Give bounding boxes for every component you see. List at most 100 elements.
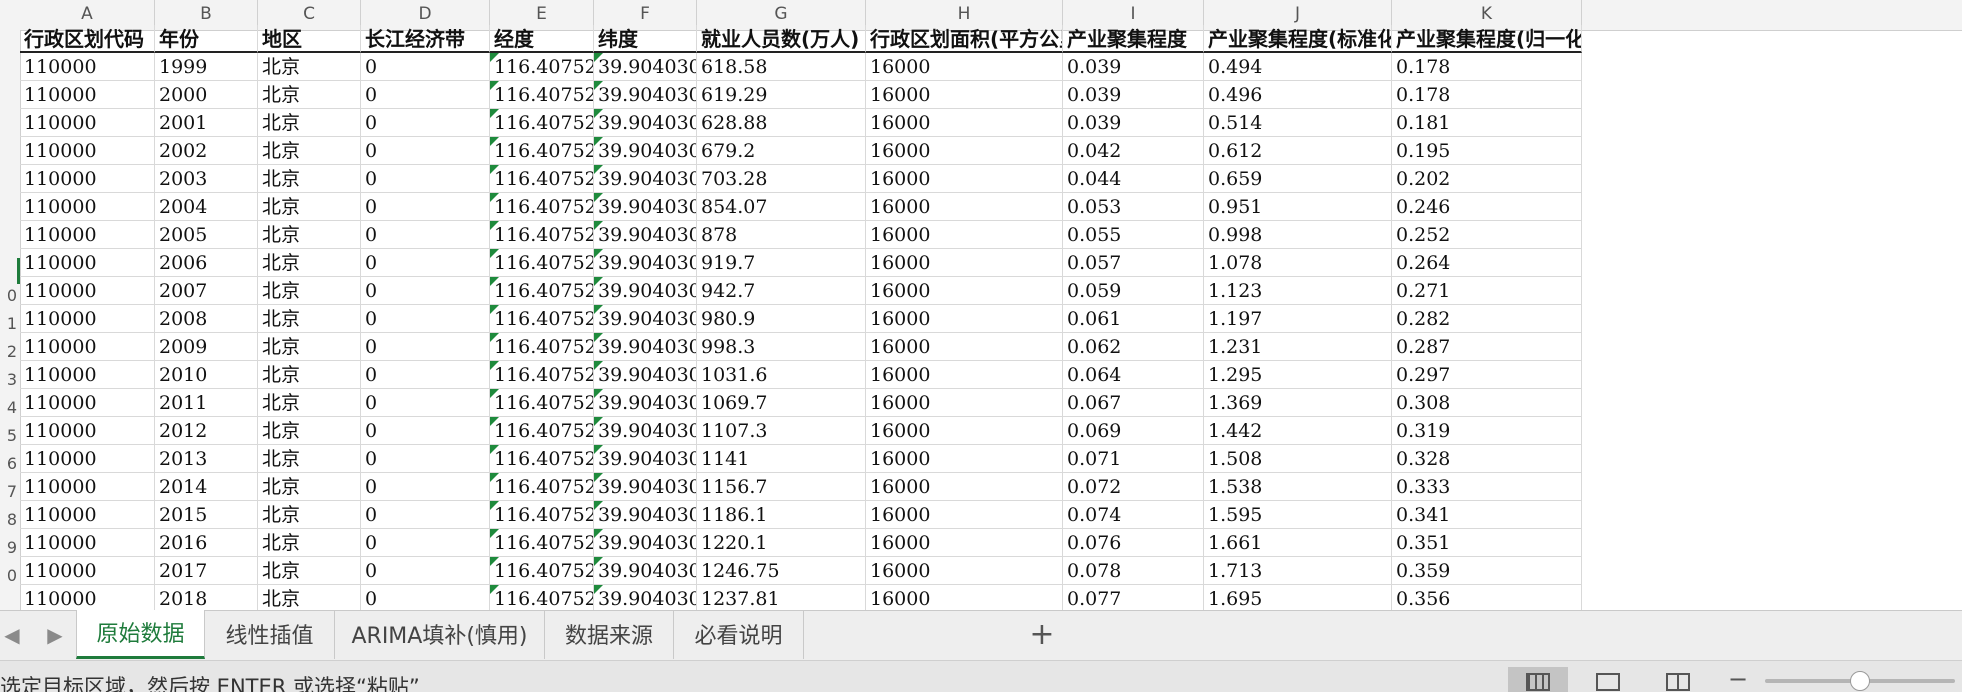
column-title-cell[interactable]: 行政区划面积(平方公里) <box>866 25 1063 53</box>
data-cell[interactable]: 116.407526 <box>490 501 594 529</box>
data-cell[interactable]: 39.904030 <box>594 529 697 557</box>
data-cell[interactable]: 2014 <box>155 473 258 501</box>
data-cell[interactable]: 39.904030 <box>594 81 697 109</box>
data-cell[interactable]: 1107.3 <box>697 417 866 445</box>
data-cell[interactable]: 1.197 <box>1204 305 1392 333</box>
data-cell[interactable]: 北京 <box>258 277 361 305</box>
data-cell[interactable]: 0 <box>361 221 490 249</box>
data-cell[interactable]: 北京 <box>258 81 361 109</box>
data-cell[interactable]: 878 <box>697 221 866 249</box>
data-cell[interactable]: 2002 <box>155 137 258 165</box>
data-cell[interactable]: 16000 <box>866 249 1063 277</box>
column-title-cell[interactable]: 产业聚集程度(归一化) <box>1392 25 1582 53</box>
data-cell[interactable]: 0.287 <box>1392 333 1582 361</box>
data-cell[interactable]: 0.612 <box>1204 137 1392 165</box>
data-cell[interactable]: 2012 <box>155 417 258 445</box>
data-cell[interactable]: 116.407526 <box>490 277 594 305</box>
data-cell[interactable]: 2000 <box>155 81 258 109</box>
data-cell[interactable]: 39.904030 <box>594 501 697 529</box>
data-cell[interactable]: 1.713 <box>1204 557 1392 585</box>
data-cell[interactable]: 110000 <box>20 361 155 389</box>
sheet-tab[interactable]: ARIMA填补(慎用) <box>335 611 545 659</box>
data-cell[interactable]: 16000 <box>866 137 1063 165</box>
column-title-cell[interactable]: 纬度 <box>594 25 697 53</box>
data-cell[interactable]: 0.308 <box>1392 389 1582 417</box>
data-cell[interactable]: 1.695 <box>1204 585 1392 610</box>
data-cell[interactable]: 1.123 <box>1204 277 1392 305</box>
data-cell[interactable]: 110000 <box>20 417 155 445</box>
worksheet-grid[interactable]: ABCDEFGHIJK 01234567890 行政区划代码 年份 地区 长江经济带经… <box>0 0 1962 610</box>
data-cell[interactable]: 116.407526 <box>490 529 594 557</box>
data-cell[interactable]: 116.407526 <box>490 389 594 417</box>
data-cell[interactable]: 0 <box>361 305 490 333</box>
sheet-tab[interactable]: 原始数据 <box>76 610 205 659</box>
data-cell[interactable]: 110000 <box>20 501 155 529</box>
row-number[interactable]: 6 <box>0 450 17 478</box>
row-number[interactable] <box>0 58 17 86</box>
data-cell[interactable]: 北京 <box>258 193 361 221</box>
data-cell[interactable]: 0.044 <box>1063 165 1204 193</box>
data-cell[interactable]: 北京 <box>258 333 361 361</box>
data-cell[interactable]: 0.078 <box>1063 557 1204 585</box>
data-cell[interactable]: 16000 <box>866 389 1063 417</box>
data-cell[interactable]: 北京 <box>258 557 361 585</box>
data-cell[interactable]: 116.407526 <box>490 137 594 165</box>
chevron-left-icon[interactable]: ◀ <box>2 623 22 647</box>
data-cell[interactable]: 2003 <box>155 165 258 193</box>
row-number[interactable]: 2 <box>0 338 17 366</box>
data-cell[interactable]: 16000 <box>866 165 1063 193</box>
row-number[interactable] <box>0 254 17 282</box>
data-cell[interactable]: 0.042 <box>1063 137 1204 165</box>
data-cell[interactable]: 0.077 <box>1063 585 1204 610</box>
data-cell[interactable]: 110000 <box>20 53 155 81</box>
data-cell[interactable]: 980.9 <box>697 305 866 333</box>
data-cell[interactable]: 0 <box>361 81 490 109</box>
data-cell[interactable]: 0.333 <box>1392 473 1582 501</box>
data-cell[interactable]: 116.407526 <box>490 221 594 249</box>
data-cell[interactable]: 16000 <box>866 361 1063 389</box>
data-cell[interactable]: 116.407526 <box>490 445 594 473</box>
data-cell[interactable]: 679.2 <box>697 137 866 165</box>
data-cell[interactable]: 116.407526 <box>490 473 594 501</box>
data-cell[interactable]: 0.514 <box>1204 109 1392 137</box>
row-number[interactable]: 3 <box>0 366 17 394</box>
data-cell[interactable]: 1031.6 <box>697 361 866 389</box>
data-cell[interactable]: 116.407526 <box>490 81 594 109</box>
data-cell[interactable]: 16000 <box>866 557 1063 585</box>
data-cell[interactable]: 北京 <box>258 109 361 137</box>
data-cell[interactable]: 0.282 <box>1392 305 1582 333</box>
data-cell[interactable]: 北京 <box>258 417 361 445</box>
data-cell[interactable]: 0.494 <box>1204 53 1392 81</box>
data-cell[interactable]: 2011 <box>155 389 258 417</box>
data-cell[interactable]: 110000 <box>20 81 155 109</box>
data-cell[interactable]: 942.7 <box>697 277 866 305</box>
data-cell[interactable]: 0.069 <box>1063 417 1204 445</box>
data-cell[interactable]: 16000 <box>866 277 1063 305</box>
row-number[interactable]: 4 <box>0 394 17 422</box>
data-cell[interactable]: 0 <box>361 53 490 81</box>
row-number[interactable] <box>0 226 17 254</box>
data-cell[interactable]: 0 <box>361 445 490 473</box>
data-cell[interactable]: 0 <box>361 193 490 221</box>
row-number[interactable]: 1 <box>0 310 17 338</box>
sheet-tab[interactable]: 必看说明 <box>674 611 804 659</box>
data-cell[interactable]: 16000 <box>866 221 1063 249</box>
data-cell[interactable]: 0.195 <box>1392 137 1582 165</box>
data-cell[interactable]: 703.28 <box>697 165 866 193</box>
data-cell[interactable]: 116.407526 <box>490 193 594 221</box>
data-cell[interactable]: 39.904030 <box>594 557 697 585</box>
data-cell[interactable]: 1246.75 <box>697 557 866 585</box>
data-cell[interactable]: 110000 <box>20 473 155 501</box>
data-cell[interactable]: 16000 <box>866 529 1063 557</box>
data-cell[interactable]: 0.039 <box>1063 109 1204 137</box>
row-number[interactable] <box>0 114 17 142</box>
data-cell[interactable]: 1.078 <box>1204 249 1392 277</box>
data-cell[interactable]: 39.904030 <box>594 305 697 333</box>
data-cell[interactable]: 116.407526 <box>490 165 594 193</box>
data-cell[interactable]: 0 <box>361 249 490 277</box>
data-cell[interactable]: 16000 <box>866 501 1063 529</box>
data-cell[interactable]: 1186.1 <box>697 501 866 529</box>
data-cell[interactable]: 16000 <box>866 585 1063 610</box>
data-cell[interactable]: 北京 <box>258 473 361 501</box>
data-cell[interactable]: 1.661 <box>1204 529 1392 557</box>
